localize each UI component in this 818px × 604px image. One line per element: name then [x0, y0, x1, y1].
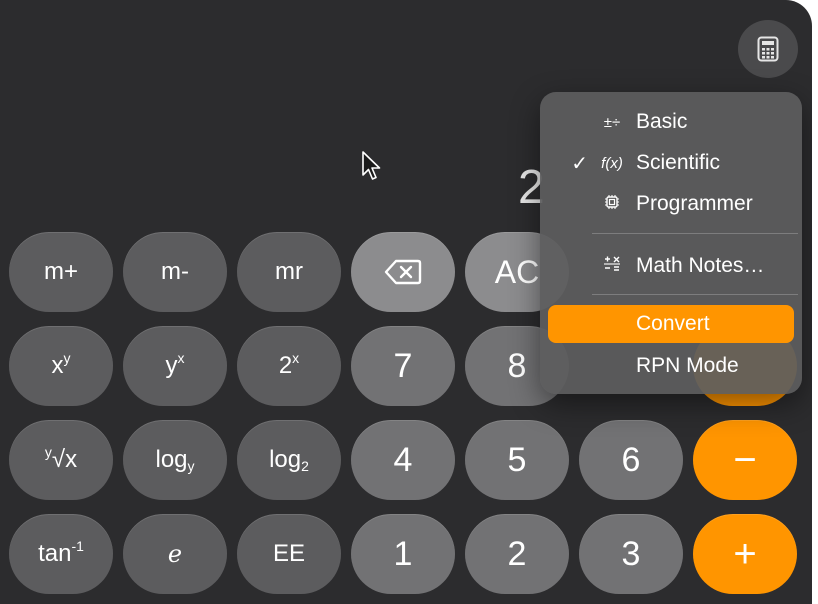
y-root-index: y — [44, 444, 52, 460]
menu-separator — [592, 294, 798, 295]
menu-item-math-notes[interactable]: Math Notes… — [548, 247, 794, 285]
chip-icon — [592, 194, 632, 214]
digit-7-button[interactable]: 7 — [351, 326, 455, 406]
x-pow-y-exp: y — [63, 350, 71, 366]
y-root-x-button[interactable]: y √x — [9, 420, 113, 500]
log-y-base: log — [155, 446, 188, 473]
calculator-mode-menu: ±÷ Basic ✓ f(x) Scientific Programmer Ma… — [540, 92, 802, 394]
two-pow-x-base: 2 — [278, 352, 293, 379]
digit-5-button[interactable]: 5 — [465, 420, 569, 500]
y-pow-x-base: y — [165, 352, 178, 379]
calculator-mode-button[interactable] — [738, 20, 798, 78]
y-root-radical: √x — [51, 446, 78, 473]
digit-2-button[interactable]: 2 — [465, 514, 569, 594]
m-minus-button[interactable]: m- — [123, 232, 227, 312]
m-plus-button[interactable]: m+ — [9, 232, 113, 312]
digit-1-button[interactable]: 1 — [351, 514, 455, 594]
x-pow-y-base: x — [51, 352, 64, 379]
menu-item-scientific-label: Scientific — [636, 151, 721, 174]
menu-item-basic-label: Basic — [636, 110, 688, 133]
log-2-base: log — [269, 446, 302, 473]
two-pow-x-exp: x — [292, 350, 300, 366]
menu-item-convert-label: Convert — [636, 312, 710, 335]
menu-item-programmer[interactable]: Programmer — [548, 185, 794, 223]
basic-icon: ±÷ — [603, 113, 621, 131]
tan-inverse-base: tan — [38, 540, 72, 567]
euler-e-button[interactable]: e — [123, 514, 227, 594]
y-pow-x-exp: x — [177, 350, 185, 366]
menu-item-rpn-mode[interactable]: RPN Mode — [548, 347, 794, 385]
x-pow-y-button[interactable]: xy — [9, 326, 113, 406]
menu-separator — [592, 233, 798, 234]
digit-6-button[interactable]: 6 — [579, 420, 683, 500]
delete-icon — [384, 259, 422, 285]
delete-button[interactable] — [351, 232, 455, 312]
menu-item-scientific[interactable]: ✓ f(x) Scientific — [548, 144, 794, 182]
y-pow-x-button[interactable]: yx — [123, 326, 227, 406]
checkmark-icon: ✓ — [571, 152, 588, 175]
digit-3-button[interactable]: 3 — [579, 514, 683, 594]
menu-item-convert[interactable]: Convert — [548, 305, 794, 343]
two-pow-x-button[interactable]: 2x — [237, 326, 341, 406]
mr-button[interactable]: mr — [237, 232, 341, 312]
math-notes-icon — [592, 255, 632, 277]
menu-item-math-notes-label: Math Notes… — [636, 254, 765, 277]
menu-item-basic[interactable]: ±÷ Basic — [548, 103, 794, 141]
log-2-button[interactable]: log 2 — [237, 420, 341, 500]
euler-e-label: e — [167, 540, 183, 568]
function-icon: f(x) — [601, 154, 623, 172]
menu-item-rpn-mode-label: RPN Mode — [636, 354, 739, 377]
subtract-button[interactable]: − — [693, 420, 797, 500]
tan-inverse-exp: -1 — [71, 538, 84, 554]
add-button[interactable]: + — [693, 514, 797, 594]
log-y-sub: y — [187, 458, 195, 474]
digit-4-button[interactable]: 4 — [351, 420, 455, 500]
log-2-sub: 2 — [301, 458, 309, 474]
ee-button[interactable]: EE — [237, 514, 341, 594]
tan-inverse-button[interactable]: tan -1 — [9, 514, 113, 594]
log-y-button[interactable]: log y — [123, 420, 227, 500]
calculator-icon — [757, 36, 779, 62]
mouse-pointer-icon — [362, 151, 381, 180]
calculator-window: 2 m+ m- mr AC xy yx 2x 7 8 y √x log y log 2… — [0, 0, 812, 604]
menu-item-programmer-label: Programmer — [636, 192, 753, 215]
